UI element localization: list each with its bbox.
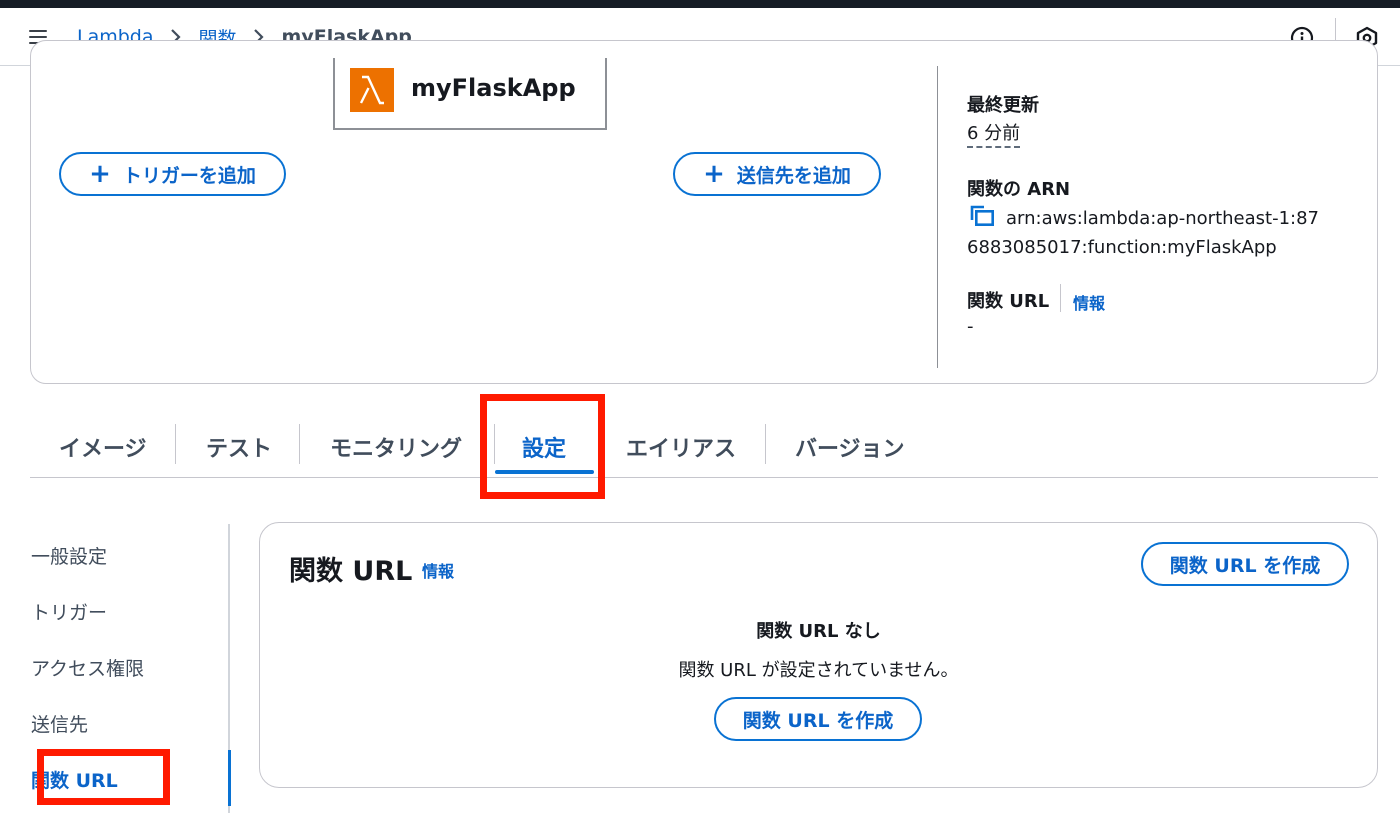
overview-divider — [937, 66, 938, 368]
tab-test[interactable]: テスト — [206, 416, 272, 478]
function-url-label: 関数 URL — [967, 291, 1050, 312]
function-arn-value: arn:aws:lambda:ap-northeast-1:8768830850… — [967, 208, 1319, 258]
function-url-info-link[interactable]: 情報 — [1073, 290, 1105, 314]
add-destination-label: 送信先を追加 — [736, 164, 851, 187]
panel-title: 関数 URL — [289, 556, 413, 587]
last-modified-label: 最終更新 — [967, 95, 1039, 116]
console-top-strip — [0, 0, 1400, 8]
tab-image[interactable]: イメージ — [59, 416, 147, 478]
plus-icon: + — [703, 159, 725, 189]
last-modified-value[interactable]: 6 分前 — [967, 119, 1021, 148]
tab-monitoring[interactable]: モニタリング — [330, 416, 462, 478]
tab-divider — [299, 424, 300, 464]
side-nav-destinations[interactable]: 送信先 — [31, 710, 88, 737]
function-tabs: イメージ テスト モニタリング 設定 エイリアス バージョン — [30, 416, 1378, 478]
tab-versions[interactable]: バージョン — [795, 416, 905, 478]
add-trigger-button[interactable]: + トリガーを追加 — [59, 152, 286, 196]
side-nav-permissions[interactable]: アクセス権限 — [31, 654, 144, 681]
tab-aliases[interactable]: エイリアス — [626, 416, 736, 478]
lambda-icon — [350, 68, 394, 112]
label-divider — [1060, 284, 1061, 312]
highlight-box-configuration-tab — [480, 394, 605, 499]
copy-icon[interactable] — [968, 204, 996, 226]
add-destination-button[interactable]: + 送信先を追加 — [673, 152, 881, 196]
side-nav-general[interactable]: 一般設定 — [31, 542, 107, 569]
side-nav-triggers[interactable]: トリガー — [31, 598, 107, 625]
panel-info-link[interactable]: 情報 — [422, 558, 454, 582]
tab-divider — [765, 424, 766, 464]
function-url-value: - — [967, 316, 974, 337]
function-arn-label: 関数の ARN — [967, 179, 1071, 200]
create-function-url-button[interactable]: 関数 URL を作成 — [1141, 542, 1349, 586]
tab-divider — [175, 424, 176, 464]
function-url-panel: 関数 URL 情報 関数 URL を作成 関数 URL なし 関数 URL が設… — [259, 522, 1378, 788]
function-name: myFlaskApp — [411, 74, 576, 102]
function-node: myFlaskApp — [333, 58, 607, 130]
add-trigger-label: トリガーを追加 — [122, 164, 256, 187]
highlight-box-function-url — [37, 749, 170, 805]
plus-icon: + — [89, 159, 111, 189]
create-function-url-button-empty[interactable]: 関数 URL を作成 — [714, 697, 922, 741]
side-nav-active-indicator — [228, 750, 231, 806]
empty-state-description: 関数 URL が設定されていません。 — [678, 660, 959, 681]
empty-state-title: 関数 URL なし — [756, 621, 881, 642]
